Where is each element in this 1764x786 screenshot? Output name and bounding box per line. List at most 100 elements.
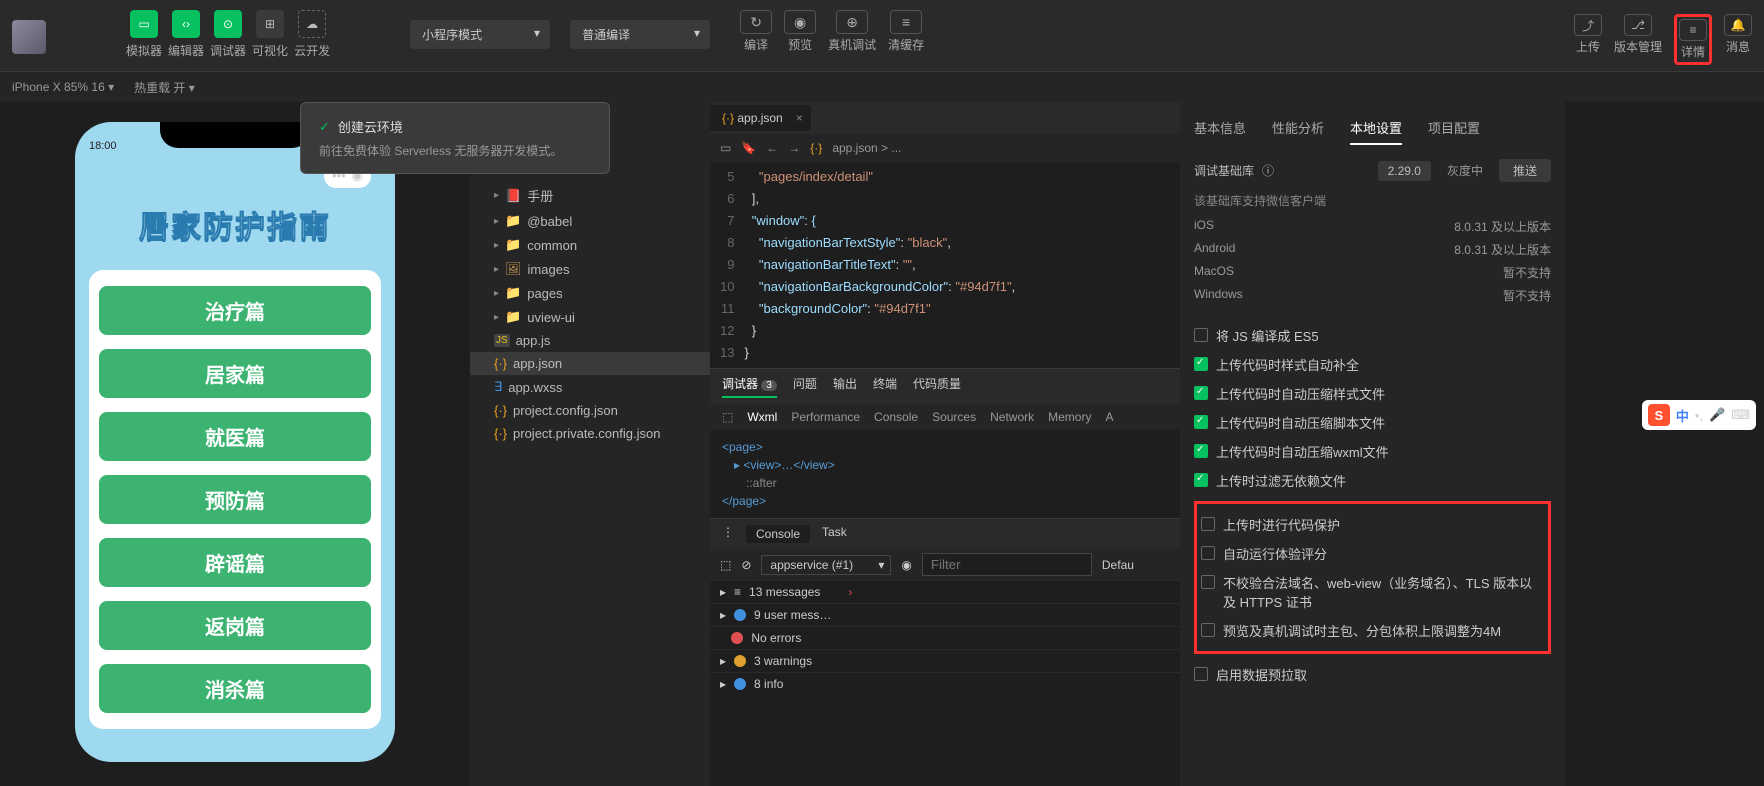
menu-item[interactable]: 治疗篇: [99, 286, 371, 335]
tab-more[interactable]: A: [1105, 410, 1113, 424]
tab-issues[interactable]: 问题: [793, 375, 817, 398]
hotreload-toggle[interactable]: 热重载 开 ▾: [134, 79, 195, 96]
rtab-project[interactable]: 项目配置: [1428, 118, 1480, 145]
menu-item[interactable]: 居家篇: [99, 349, 371, 398]
file-item[interactable]: JSapp.js: [470, 329, 710, 352]
info-icon[interactable]: ⓘ: [1262, 162, 1274, 179]
compile-dropdown[interactable]: 普通编译: [570, 20, 710, 49]
msg-row[interactable]: ▸≡13 messages›: [710, 580, 1180, 603]
real-debug-button[interactable]: ⊕真机调试: [828, 10, 876, 53]
ime-toolbar[interactable]: S中•,🎤⌨: [1642, 400, 1756, 430]
upload-button[interactable]: ⤴上传: [1574, 14, 1602, 65]
tab-terminal[interactable]: 终端: [873, 375, 897, 398]
checkbox-row[interactable]: 上传代码时样式自动补全: [1194, 350, 1551, 379]
version-button[interactable]: ⎇版本管理: [1614, 14, 1662, 65]
forward-icon[interactable]: →: [788, 141, 800, 155]
menu-item[interactable]: 消杀篇: [99, 664, 371, 713]
push-button[interactable]: 推送: [1499, 159, 1551, 182]
msg-row[interactable]: ▸8 info: [710, 672, 1180, 695]
checkbox-row[interactable]: 上传代码时自动压缩样式文件: [1194, 379, 1551, 408]
cloud-notification[interactable]: ✓创建云环境 前往免费体验 Serverless 无服务器开发模式。: [300, 102, 610, 174]
checkbox-row[interactable]: 不校验合法域名、web-view（业务域名）、TLS 版本以及 HTTPS 证书: [1201, 568, 1544, 616]
app-title: 居家防护指南: [89, 202, 381, 246]
msg-row[interactable]: No errors: [710, 626, 1180, 649]
checkbox-row[interactable]: 上传代码时自动压缩wxml文件: [1194, 437, 1551, 466]
folder-item[interactable]: 📁uview-ui: [470, 305, 710, 329]
checkbox-row[interactable]: 自动运行体验评分: [1201, 539, 1544, 568]
tab-debugger[interactable]: 调试器 3: [722, 375, 777, 398]
rtab-basic[interactable]: 基本信息: [1194, 118, 1246, 145]
tab-editor[interactable]: ‹›编辑器: [168, 10, 204, 59]
tab-network[interactable]: Network: [990, 410, 1034, 424]
tab-simulator[interactable]: ▭模拟器: [126, 10, 162, 59]
msg-row[interactable]: ▸9 user mess…: [710, 603, 1180, 626]
checkbox-row[interactable]: 将 JS 编译成 ES5: [1194, 321, 1551, 350]
message-button[interactable]: 🔔消息: [1724, 14, 1752, 65]
folder-item[interactable]: 📁common: [470, 233, 710, 257]
back-icon[interactable]: ←: [766, 141, 778, 155]
simulator-panel: ✓创建云环境 前往免费体验 Serverless 无服务器开发模式。 18:00…: [0, 102, 470, 786]
device-selector[interactable]: iPhone X 85% 16 ▾: [12, 80, 114, 94]
tab-output[interactable]: 输出: [833, 375, 857, 398]
msg-row[interactable]: ▸3 warnings: [710, 649, 1180, 672]
editor-panel: {·} app.json× ▭ 🔖 ← → {·} app.json > ...…: [710, 102, 1180, 786]
check-icon: ✓: [319, 119, 330, 135]
clear-cache-button[interactable]: ≡清缓存: [888, 10, 924, 53]
file-item[interactable]: {·}project.private.config.json: [470, 422, 710, 445]
tab-perf[interactable]: Performance: [791, 410, 860, 424]
close-icon[interactable]: ×: [796, 111, 803, 125]
file-item-selected[interactable]: {·}app.json: [470, 352, 710, 375]
tab-console[interactable]: Console: [746, 525, 810, 543]
tab-memory[interactable]: Memory: [1048, 410, 1091, 424]
folder-item[interactable]: 📕手册: [470, 182, 710, 209]
menu-item[interactable]: 返岗篇: [99, 601, 371, 650]
checkbox-row[interactable]: 上传时进行代码保护: [1201, 510, 1544, 539]
menu-item[interactable]: 预防篇: [99, 475, 371, 524]
folder-item[interactable]: 📁@babel: [470, 209, 710, 233]
editor-tab[interactable]: {·} app.json×: [710, 105, 811, 131]
rtab-local[interactable]: 本地设置: [1350, 118, 1402, 145]
details-button[interactable]: ≡详情: [1674, 14, 1712, 65]
tab-visual[interactable]: ⊞可视化: [252, 10, 288, 59]
devtool-icon[interactable]: ⬚: [722, 410, 733, 424]
checkbox-row[interactable]: 上传时过滤无依赖文件: [1194, 466, 1551, 495]
phone-preview: 18:00 •••◉ 居家防护指南 治疗篇 居家篇 就医篇 预防篇 辟谣篇 返岗…: [75, 122, 395, 762]
checkbox-row[interactable]: 启用数据预拉取: [1194, 660, 1551, 689]
tab-sources[interactable]: Sources: [932, 410, 976, 424]
menu-item[interactable]: 辟谣篇: [99, 538, 371, 587]
eye-icon[interactable]: ◉: [901, 558, 911, 572]
file-item[interactable]: ∃app.wxss: [470, 375, 710, 399]
tab-task[interactable]: Task: [822, 525, 847, 543]
code-editor[interactable]: 5678910111213 "pages/index/detail" ], "w…: [710, 162, 1180, 368]
drag-icon[interactable]: ⋮: [722, 525, 734, 543]
filter-input[interactable]: [922, 553, 1092, 576]
highlighted-settings: 上传时进行代码保护 自动运行体验评分 不校验合法域名、web-view（业务域名…: [1194, 501, 1551, 654]
context-selector[interactable]: appservice (#1): [761, 555, 891, 575]
clear-icon[interactable]: ⊘: [741, 558, 751, 572]
mode-dropdown[interactable]: 小程序模式: [410, 20, 550, 49]
tab-quality[interactable]: 代码质量: [913, 375, 961, 398]
compile-button[interactable]: ↻编译: [740, 10, 772, 53]
sidebar-icon[interactable]: ⬚: [720, 558, 731, 572]
tab-wxml[interactable]: Wxml: [747, 410, 777, 424]
file-explorer: 📕手册 📁@babel 📁common 🖼images 📁pages 📁uvie…: [470, 102, 710, 786]
checkbox-row[interactable]: 上传代码时自动压缩脚本文件: [1194, 408, 1551, 437]
file-item[interactable]: {·}project.config.json: [470, 399, 710, 422]
folder-item[interactable]: 📁pages: [470, 281, 710, 305]
tab-console[interactable]: Console: [874, 410, 918, 424]
bookmark-icon[interactable]: ▭: [720, 141, 731, 155]
top-toolbar: ▭模拟器 ‹›编辑器 ⊙调试器 ⊞可视化 ☁云开发 小程序模式 普通编译 ↻编译…: [0, 0, 1764, 72]
folder-item[interactable]: 🖼images: [470, 257, 710, 281]
rtab-perf[interactable]: 性能分析: [1272, 118, 1324, 145]
tab-cloud[interactable]: ☁云开发: [294, 10, 330, 59]
checkbox-row[interactable]: 预览及真机调试时主包、分包体积上限调整为4M: [1201, 616, 1544, 645]
menu-item[interactable]: 就医篇: [99, 412, 371, 461]
preview-button[interactable]: ◉预览: [784, 10, 816, 53]
lib-version[interactable]: 2.29.0: [1378, 161, 1431, 181]
bookmark-icon[interactable]: 🔖: [741, 141, 756, 155]
details-panel: 基本信息 性能分析 本地设置 项目配置 调试基础库ⓘ 2.29.0 灰度中 推送…: [1180, 102, 1565, 786]
wxml-tree[interactable]: <page> ▸ <view>…</view> ::after </page>: [710, 430, 1180, 518]
avatar[interactable]: [12, 20, 46, 54]
tab-debugger[interactable]: ⊙调试器: [210, 10, 246, 59]
breadcrumb[interactable]: app.json > ...: [832, 141, 901, 155]
